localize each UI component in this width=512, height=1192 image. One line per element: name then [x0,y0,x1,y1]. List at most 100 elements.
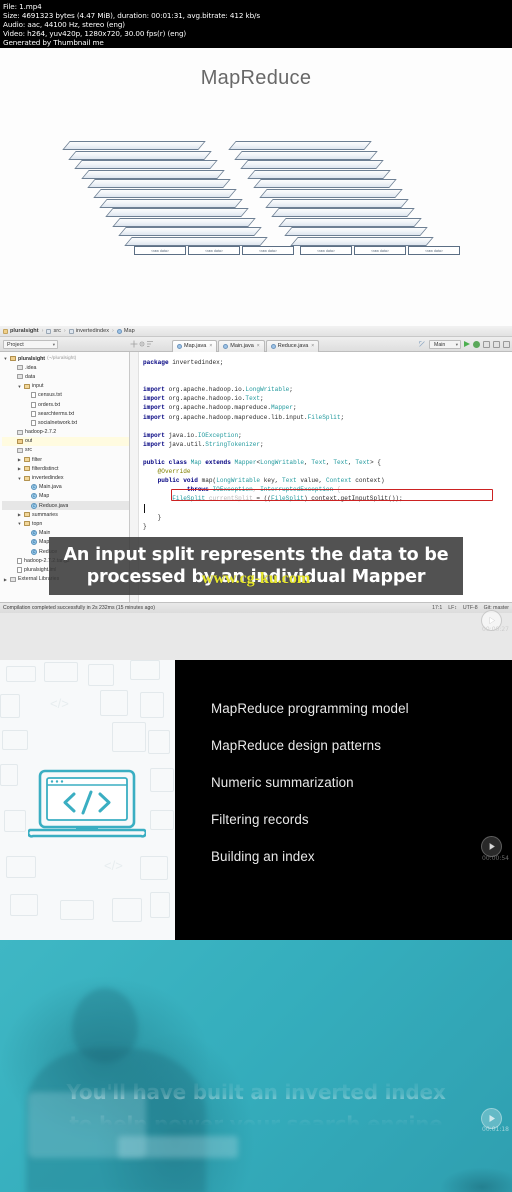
coverage-icon[interactable] [493,340,500,348]
run-configuration-selector[interactable]: Main [429,339,461,349]
package-icon [68,328,74,334]
file-icon [31,401,36,408]
folder-icon [24,475,30,481]
tree-node-label: census.txt [38,392,62,399]
background-tech-icon [10,894,38,916]
chevron-icon[interactable]: ▼ [17,384,22,389]
raw-data-label: <raw data> [408,246,460,255]
background-tech-icon [130,660,160,680]
search-icon[interactable] [503,340,510,348]
chevron-icon[interactable]: ▶ [17,457,22,462]
collapse-icon[interactable] [146,340,154,348]
expand-all-icon[interactable] [130,340,138,348]
close-icon[interactable]: × [257,343,260,349]
breadcrumb-item[interactable]: src [46,328,61,334]
thumbnail-frame-1[interactable]: MapReduce <raw data> <raw data> <raw data>… [0,48,512,326]
breadcrumb-separator: › [63,328,66,334]
tree-node[interactable]: orders.txt [2,400,129,409]
data-slab [68,150,212,160]
tree-node[interactable]: C Reduce.java [2,501,129,511]
breadcrumb-item[interactable]: invertedindex [68,328,109,334]
gear-icon[interactable] [138,340,146,348]
laptop-code-icon [28,769,146,838]
stop-icon[interactable] [483,340,490,348]
background-tech-icon: </> [50,696,69,711]
frame-4-timestamp: 00:01:18 [482,1126,509,1133]
tree-node-label: Reduce.java [39,502,69,509]
tree-node-label: out [25,438,33,445]
tree-node[interactable]: ▶ filter [2,455,129,464]
tree-node[interactable]: C Main.java [2,483,129,492]
status-indicator[interactable]: UTF-8 [463,605,478,611]
project-view-selector[interactable]: Project [3,339,58,349]
tree-node-label: summaries [32,511,58,518]
file-icon [31,419,36,426]
tree-node-label: Main.java [39,484,62,491]
java-file-icon [177,343,182,349]
tree-node[interactable]: ▼ pluralsight (~/pluralsight) [2,354,129,363]
background-tech-icon [2,730,28,750]
editor-tab-label: Map.java [184,343,207,349]
status-indicator[interactable]: LF↕ [448,605,457,611]
tree-node[interactable]: socialnetwork.txt [2,418,129,427]
tree-node[interactable]: ▶ filterdistinct [2,464,129,473]
chevron-icon[interactable]: ▶ [17,466,22,471]
tree-node[interactable]: ▼ topn [2,519,129,528]
run-icon[interactable] [464,341,470,347]
tree-node-label: Main [39,530,51,537]
tree-node-path: (~/pluralsight) [47,356,77,362]
editor-tab-label: Reduce.java [277,343,309,349]
editor-tab[interactable]: Reduce.java × [265,339,320,352]
source-code[interactable]: package invertedindex; import org.apache… [143,358,512,531]
outro-text: You'll have built an inverted index to h… [0,1076,512,1140]
folder-icon [24,512,30,518]
code-line: public void map(LongWritable key, Text v… [157,477,385,485]
tree-node[interactable]: .idea [2,363,129,372]
tree-node[interactable]: C Map [2,492,129,501]
ide-status-bar: Compilation completed successfully in 2s… [0,602,512,613]
debug-icon[interactable] [473,340,480,348]
bullet-list: MapReduce programming model MapReduce des… [175,660,512,940]
ide-toolbar: Project Map.java×Main.java×Reduce.java× … [0,337,512,352]
breadcrumb-item[interactable]: Map [116,328,135,334]
tree-node[interactable]: ▼ input [2,382,129,391]
tree-node[interactable]: census.txt [2,391,129,400]
tree-node[interactable]: searchterms.txt [2,409,129,418]
chevron-icon[interactable]: ▼ [3,356,8,361]
close-icon[interactable]: × [311,343,314,349]
tree-node[interactable]: data [2,372,129,381]
folder-icon [24,466,30,472]
chevron-icon[interactable]: ▼ [17,521,22,526]
tree-node[interactable]: ▼ invertedindex [2,473,129,482]
editor-tab[interactable]: Main.java × [218,339,265,352]
data-slab [271,208,416,218]
status-indicator[interactable]: 17:1 [432,605,442,611]
tree-node[interactable]: hadoop-2.7.2 [2,428,129,437]
meta-line-video: Video: h264, yuv420p, 1280x720, 30.00 fp… [3,29,187,39]
chevron-icon[interactable]: ▶ [17,512,22,517]
tree-node[interactable]: ▶ summaries [2,510,129,519]
editor-tab[interactable]: Map.java × [172,339,218,352]
code-line: import org.apache.hadoop.io.Text; [143,395,264,403]
class-icon: C [31,484,37,491]
data-slab [105,208,250,218]
chevron-icon[interactable]: ▼ [17,476,22,481]
data-slab [111,217,256,227]
bullet-item: MapReduce design patterns [211,738,381,753]
folder-icon [24,457,30,463]
thumbnail-frame-4[interactable]: You'll have built an inverted index to h… [0,940,512,1192]
build-icon[interactable] [418,340,426,348]
thumbnail-frame-2[interactable]: pluralsight › src › invertedindex › Map Projec… [0,326,512,660]
slide-title-mapreduce: MapReduce [200,67,312,89]
close-icon[interactable]: × [209,343,212,349]
code-line: import org.apache.hadoop.mapreduce.Mappe… [143,404,297,412]
raw-data-label: <raw data> [300,246,352,255]
outro-line-2: to help power your search engine [69,1112,443,1136]
play-icon[interactable] [481,836,502,857]
breadcrumb-item[interactable]: pluralsight [3,328,39,334]
background-tech-icon [6,666,36,682]
tree-node[interactable]: src [2,446,129,455]
thumbnail-frame-3[interactable]: </> </> MapReduce programming model MapRed… [0,660,512,940]
tree-node[interactable]: out [2,436,129,446]
class-icon: C [31,548,37,555]
